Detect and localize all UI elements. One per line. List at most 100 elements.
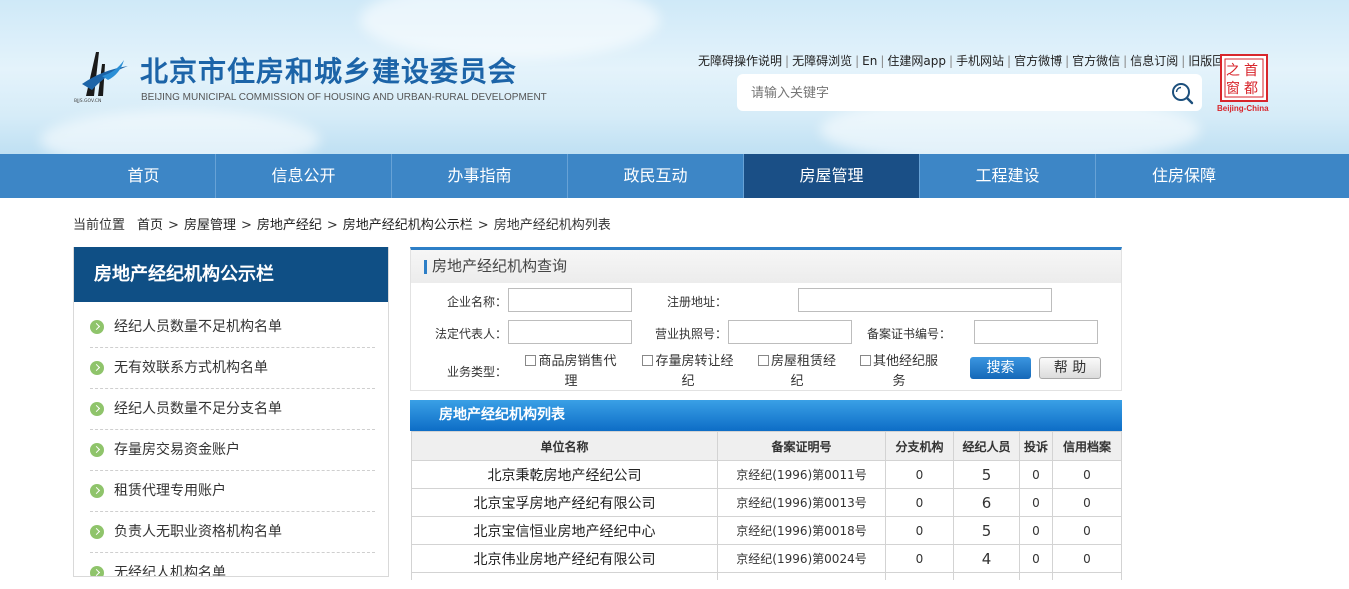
cell-brokers[interactable]: 5 <box>953 460 1020 489</box>
cell-complaints[interactable]: 0 <box>1019 544 1053 573</box>
cell-record-no: 京经纪(1996)第0013号 <box>717 488 886 517</box>
cell-brokers[interactable]: 5 <box>953 516 1020 545</box>
link-weibo[interactable]: 官方微博 <box>1014 54 1062 68</box>
link-mobile-site[interactable]: 手机网站 <box>956 54 1004 68</box>
arrow-circle-icon <box>90 402 104 416</box>
cell-complaints[interactable]: 0 <box>1019 460 1053 489</box>
search-input[interactable] <box>751 83 1151 103</box>
record-no-label: 备案证书编号： <box>867 327 952 341</box>
checkbox-box[interactable] <box>859 355 871 366</box>
cell-credit[interactable]: 0 <box>1052 460 1122 489</box>
cell-complaints[interactable]: 0 <box>1019 516 1053 545</box>
search-button[interactable]: 搜索 <box>970 357 1031 379</box>
arrow-circle-icon <box>90 443 104 457</box>
cell-unit-name[interactable]: 北京宝信恒业房地产经纪中心 <box>411 516 718 545</box>
sidebar-item-rental-account[interactable]: 租赁代理专用账户 <box>90 471 375 512</box>
nav-guide[interactable]: 办事指南 <box>392 154 568 198</box>
cell-unit-name[interactable]: 北京宝孚房地产经纪有限公司 <box>411 488 718 517</box>
logo-small-text: BJJS.GOV.CN <box>74 98 101 104</box>
checkbox-box[interactable] <box>525 355 537 366</box>
sidebar-item-unqualified-head[interactable]: 负责人无职业资格机构名单 <box>90 512 375 553</box>
table-header-row: 单位名称 备案证明号 分支机构 经纪人员 投诉 信用档案 <box>411 431 1122 461</box>
commission-logo-icon[interactable]: BJJS.GOV.CN <box>72 46 130 104</box>
company-name-input[interactable] <box>508 288 632 312</box>
link-wechat[interactable]: 官方微信 <box>1072 54 1120 68</box>
top-links: 无障碍操作说明 | 无障碍浏览 | En | 住建网app | 手机网站 | 官方微博 | 官方微信 | 信… <box>698 54 1237 68</box>
breadcrumb-separator: > <box>477 218 489 233</box>
cell-unit-name[interactable] <box>411 572 718 580</box>
checkbox-label: 理 <box>564 374 578 389</box>
sidebar-title: 房地产经纪机构公示栏 <box>74 247 388 302</box>
license-input[interactable] <box>728 320 852 344</box>
cell-credit[interactable] <box>1052 572 1122 580</box>
checkbox-other-services[interactable]: 其他经纪服务 <box>855 352 943 392</box>
checkbox-rental-brokerage[interactable]: 房屋租赁经纪 <box>752 352 842 392</box>
nav-housing-security[interactable]: 住房保障 <box>1096 154 1272 198</box>
nav-home[interactable]: 首页 <box>72 154 216 198</box>
col-branches: 分支机构 <box>885 431 954 461</box>
col-credit: 信用档案 <box>1052 431 1122 461</box>
search-box <box>737 74 1202 111</box>
cell-branches[interactable]: 0 <box>885 544 954 573</box>
cell-branches[interactable]: 0 <box>885 516 954 545</box>
link-accessibility-guide[interactable]: 无障碍操作说明 <box>698 54 782 68</box>
cell-complaints[interactable] <box>1019 572 1053 580</box>
cell-branches[interactable] <box>885 572 954 580</box>
sidebar-item-label: 存量房交易资金账户 <box>114 442 240 458</box>
cell-credit[interactable]: 0 <box>1052 488 1122 517</box>
nav-housing-management[interactable]: 房屋管理 <box>744 154 920 198</box>
nav-interaction[interactable]: 政民互动 <box>568 154 744 198</box>
breadcrumb-notice-board[interactable]: 房地产经纪机构公示栏 <box>343 218 473 233</box>
cell-branches[interactable]: 0 <box>885 488 954 517</box>
cell-credit[interactable]: 0 <box>1052 516 1122 545</box>
sidebar-item-label: 租赁代理专用账户 <box>114 483 226 499</box>
legal-rep-input[interactable] <box>508 320 632 344</box>
cell-credit[interactable]: 0 <box>1052 544 1122 573</box>
cell-record-no: 京经纪(1996)第0011号 <box>717 460 886 489</box>
help-button[interactable]: 帮 助 <box>1039 357 1101 379</box>
link-subscribe[interactable]: 信息订阅 <box>1130 54 1178 68</box>
sidebar-item-fund-account[interactable]: 存量房交易资金账户 <box>90 430 375 471</box>
cell-unit-name[interactable]: 北京伟业房地产经纪有限公司 <box>411 544 718 573</box>
sidebar-item-insufficient-staff[interactable]: 经纪人员数量不足机构名单 <box>90 307 375 348</box>
checkbox-resale-brokerage[interactable]: 存量房转让经纪 <box>636 352 740 392</box>
checkbox-box[interactable] <box>757 355 769 366</box>
checkbox-new-house-sales[interactable]: 商品房销售代理 <box>519 352 623 392</box>
legal-rep-label: 法定代表人： <box>435 327 508 341</box>
nav-info-public[interactable]: 信息公开 <box>216 154 392 198</box>
col-complaints: 投诉 <box>1019 431 1053 461</box>
site-header: BJJS.GOV.CN 北京市住房和城乡建设委员会 BEIJING MUNICI… <box>0 0 1349 154</box>
checkbox-label: 商品房销售代 <box>538 354 617 369</box>
breadcrumb-home[interactable]: 首页 <box>137 218 163 233</box>
address-input[interactable] <box>798 288 1052 312</box>
breadcrumb-housing-management[interactable]: 房屋管理 <box>184 218 236 233</box>
link-app[interactable]: 住建网app <box>887 54 946 68</box>
biz-type-label: 业务类型： <box>447 365 508 379</box>
result-table: 单位名称 备案证明号 分支机构 经纪人员 投诉 信用档案 北京秉乾房地产经纪公司… <box>411 431 1122 580</box>
org-title[interactable]: 北京市住房和城乡建设委员会 <box>140 50 517 90</box>
sidebar-item-no-contact[interactable]: 无有效联系方式机构名单 <box>90 348 375 389</box>
capital-logo-char: 之 <box>1226 63 1240 79</box>
link-english[interactable]: En <box>862 54 877 68</box>
cell-record-no: 京经纪(1996)第0024号 <box>717 544 886 573</box>
link-accessible-browse[interactable]: 无障碍浏览 <box>792 54 852 68</box>
header-cloud <box>40 110 320 154</box>
sidebar-item-insufficient-branch[interactable]: 经纪人员数量不足分支名单 <box>90 389 375 430</box>
breadcrumb-current: 房地产经纪机构列表 <box>493 218 611 233</box>
cell-complaints[interactable]: 0 <box>1019 488 1053 517</box>
record-no-input[interactable] <box>974 320 1098 344</box>
cell-branches[interactable]: 0 <box>885 460 954 489</box>
cell-brokers[interactable]: 4 <box>953 544 1020 573</box>
checkbox-label: 务 <box>892 374 906 389</box>
cell-brokers[interactable] <box>953 572 1020 580</box>
cell-unit-name[interactable]: 北京秉乾房地产经纪公司 <box>411 460 718 489</box>
sidebar-item-no-broker[interactable]: 无经纪人机构名单 <box>90 553 375 576</box>
arrow-circle-icon <box>90 525 104 539</box>
query-panel: 房地产经纪机构查询 企业名称： 注册地址： 法定代表人： 营业执照号： 备案证书… <box>410 247 1122 391</box>
breadcrumb-brokerage[interactable]: 房地产经纪 <box>257 218 322 233</box>
capital-window-logo-icon[interactable]: 之 首 窗 都 Beijing-China <box>1216 53 1272 113</box>
cell-brokers[interactable]: 6 <box>953 488 1020 517</box>
search-icon[interactable] <box>1170 81 1194 105</box>
checkbox-box[interactable] <box>642 355 654 366</box>
nav-construction[interactable]: 工程建设 <box>920 154 1096 198</box>
